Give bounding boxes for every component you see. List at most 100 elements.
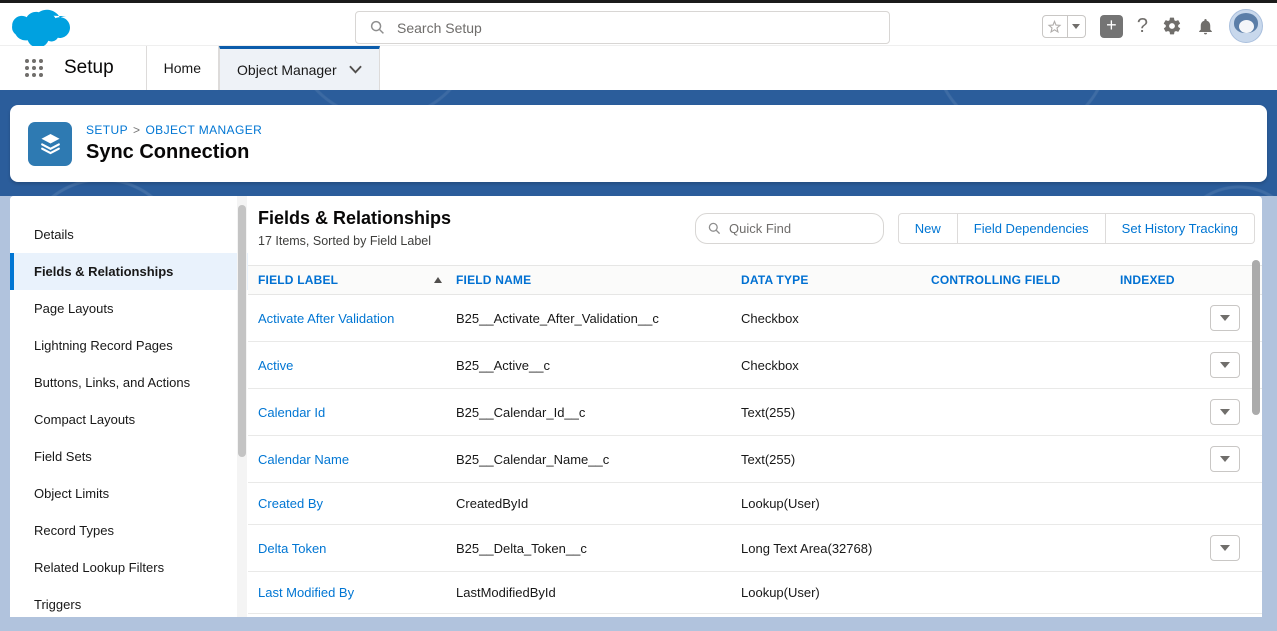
sidebar-item-triggers[interactable]: Triggers — [10, 586, 248, 617]
sidebar-item-record-types[interactable]: Record Types — [10, 512, 248, 549]
breadcrumb: SETUP > OBJECT MANAGER — [86, 123, 262, 137]
object-layers-icon — [28, 122, 72, 166]
column-header-label: DATA TYPE — [741, 273, 809, 287]
row-actions-cell — [1210, 572, 1262, 613]
object-sidebar: DetailsFields & RelationshipsPage Layout… — [10, 196, 248, 617]
field-name-cell: B25__Delta_Token__c — [456, 525, 741, 571]
sidebar-item-page-layouts[interactable]: Page Layouts — [10, 290, 248, 327]
field-label-link[interactable]: Calendar Name — [258, 452, 349, 467]
quick-create-plus-icon[interactable]: + — [1100, 15, 1123, 38]
indexed-cell — [1120, 525, 1210, 571]
chevron-down-icon — [349, 65, 362, 74]
tab-home[interactable]: Home — [146, 46, 219, 90]
sidebar-item-buttons-links-and-actions[interactable]: Buttons, Links, and Actions — [10, 364, 248, 401]
sidebar-scrollbar-thumb[interactable] — [238, 205, 246, 457]
sidebar-item-compact-layouts[interactable]: Compact Layouts — [10, 401, 248, 438]
table-row-activate-after-validation: Activate After Validation B25__Activate_A… — [248, 295, 1262, 342]
object-manager-content-card: DetailsFields & RelationshipsPage Layout… — [10, 196, 1262, 617]
tab-object-manager[interactable]: Object Manager — [219, 46, 380, 90]
indexed-cell — [1120, 572, 1210, 613]
controlling-field-cell — [931, 295, 1120, 341]
tab-object-manager-label: Object Manager — [237, 62, 337, 78]
item-count-text: 17 Items, Sorted by Field Label — [258, 234, 431, 248]
field-label-link[interactable]: Calendar Id — [258, 405, 325, 420]
field-label-link[interactable]: Last Modified By — [258, 585, 354, 600]
field-label-link[interactable]: Active — [258, 358, 293, 373]
row-actions-menu-button[interactable] — [1210, 535, 1240, 561]
sidebar-item-details[interactable]: Details — [10, 216, 248, 253]
breadcrumb-separator: > — [133, 123, 140, 137]
sidebar-item-related-lookup-filters[interactable]: Related Lookup Filters — [10, 549, 248, 586]
page-header-card: SETUP>OBJECT MANAGER Sync Connection — [10, 105, 1267, 182]
breadcrumb-object-manager-link[interactable]: OBJECT MANAGER — [145, 123, 262, 137]
data-type-cell: Text(255) — [741, 389, 931, 435]
caret-down-icon — [1220, 362, 1230, 368]
column-header-label: FIELD LABEL — [258, 273, 338, 287]
field-name-cell-text: B25__Active__c — [456, 358, 550, 373]
help-icon[interactable]: ? — [1137, 15, 1148, 38]
data-type-cell-text: Lookup(User) — [741, 585, 820, 600]
field-name-cell-text: B25__Delta_Token__c — [456, 541, 587, 556]
new-button[interactable]: New — [898, 213, 958, 244]
salesforce-logo-icon — [12, 6, 70, 46]
row-actions-menu-button[interactable] — [1210, 305, 1240, 331]
quick-find-input[interactable] — [729, 221, 859, 236]
fields-relationships-panel: Fields & Relationships 17 Items, Sorted … — [248, 196, 1262, 617]
row-actions-menu-button[interactable] — [1210, 399, 1240, 425]
data-type-cell-text: Lookup(User) — [741, 496, 820, 511]
row-actions-menu-button[interactable] — [1210, 446, 1240, 472]
column-header-controlling-field[interactable]: CONTROLLING FIELD — [931, 273, 1120, 287]
table-row-active: Active B25__Active__c Checkbox — [248, 342, 1262, 389]
set-history-tracking-button[interactable]: Set History Tracking — [1106, 213, 1255, 244]
notifications-bell-icon[interactable] — [1196, 17, 1215, 36]
indexed-cell — [1120, 483, 1210, 524]
column-header-label: FIELD NAME — [456, 273, 531, 287]
data-type-cell: Lookup(User) — [741, 483, 931, 524]
panel-button-group: New Field Dependencies Set History Track… — [898, 213, 1255, 244]
indexed-cell — [1120, 389, 1210, 435]
table-row-last-modified-by: Last Modified By LastModifiedById Lookup(U… — [248, 572, 1262, 614]
table-scrollbar-thumb[interactable] — [1252, 260, 1260, 415]
controlling-field-cell — [931, 483, 1120, 524]
field-name-cell-text: B25__Activate_After_Validation__c — [456, 311, 659, 326]
field-name-cell: B25__Calendar_Id__c — [456, 389, 741, 435]
table-header-row: FIELD LABEL FIELD NAME DATA TYPE CONTROLLIN… — [248, 265, 1262, 295]
indexed-cell — [1120, 342, 1210, 388]
field-name-cell: LastModifiedById — [456, 572, 741, 613]
column-header-field-name[interactable]: FIELD NAME — [456, 273, 741, 287]
sidebar-item-fields-relationships[interactable]: Fields & Relationships — [10, 253, 248, 290]
setup-nav-bar: Setup Home Object Manager — [0, 46, 1277, 90]
row-actions-cell — [1210, 525, 1262, 571]
column-header-indexed[interactable]: INDEXED — [1120, 273, 1210, 287]
controlling-field-cell — [931, 389, 1120, 435]
breadcrumb-setup-link[interactable]: SETUP — [86, 123, 128, 137]
data-type-cell-text: Text(255) — [741, 452, 795, 467]
search-icon — [708, 222, 721, 235]
field-name-cell-text: B25__Calendar_Name__c — [456, 452, 609, 467]
column-header-data-type[interactable]: DATA TYPE — [741, 273, 931, 287]
data-type-cell-text: Long Text Area(32768) — [741, 541, 872, 556]
field-label-cell: Created By — [248, 483, 456, 524]
sidebar-item-field-sets[interactable]: Field Sets — [10, 438, 248, 475]
field-name-cell-text: LastModifiedById — [456, 585, 556, 600]
app-launcher-icon[interactable] — [25, 59, 44, 78]
favorites-star-icon[interactable] — [1042, 15, 1068, 38]
data-type-cell: Checkbox — [741, 342, 931, 388]
user-avatar[interactable] — [1229, 9, 1263, 43]
field-label-link[interactable]: Created By — [258, 496, 323, 511]
indexed-cell — [1120, 436, 1210, 482]
field-name-cell: B25__Calendar_Name__c — [456, 436, 741, 482]
table-body: Activate After Validation B25__Activate_A… — [248, 295, 1262, 614]
field-label-link[interactable]: Activate After Validation — [258, 311, 394, 326]
field-dependencies-button[interactable]: Field Dependencies — [958, 213, 1106, 244]
sidebar-item-lightning-record-pages[interactable]: Lightning Record Pages — [10, 327, 248, 364]
row-actions-menu-button[interactable] — [1210, 352, 1240, 378]
global-search-box — [355, 11, 890, 44]
setup-gear-icon[interactable] — [1162, 16, 1182, 36]
global-search-input[interactable] — [397, 20, 837, 36]
sidebar-item-object-limits[interactable]: Object Limits — [10, 475, 248, 512]
field-label-link[interactable]: Delta Token — [258, 541, 326, 556]
column-header-field-label[interactable]: FIELD LABEL — [248, 273, 456, 287]
field-name-cell: B25__Activate_After_Validation__c — [456, 295, 741, 341]
favorites-caret-icon[interactable] — [1068, 15, 1086, 38]
